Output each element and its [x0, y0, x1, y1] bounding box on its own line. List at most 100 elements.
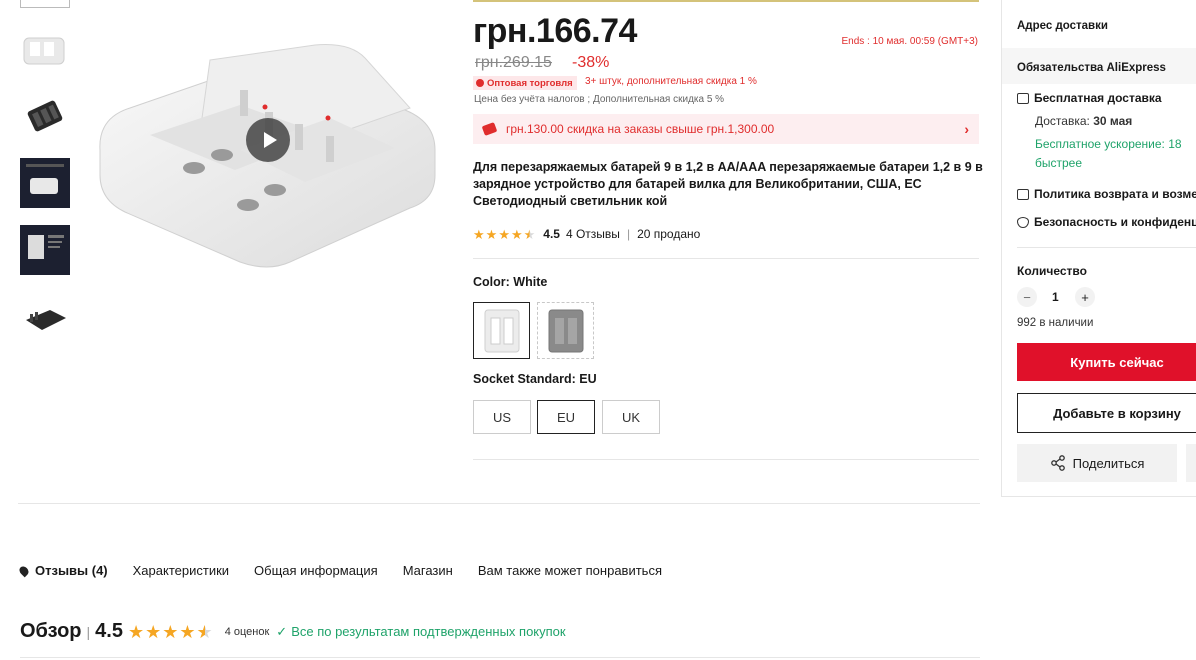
tab-recommendations[interactable]: Вам также может понравиться — [478, 563, 662, 578]
wholesale-badge-label: Оптовая торговля — [487, 77, 573, 89]
tab-general-info[interactable]: Общая информация — [254, 563, 378, 578]
checkmark-icon: ✓ — [276, 623, 288, 639]
current-price: грн.166.74 — [473, 12, 637, 50]
color-swatch-grey[interactable] — [537, 302, 594, 359]
sold-count: 20 продано — [637, 227, 701, 241]
thumbnail-0[interactable] — [20, 0, 70, 8]
review-count: 4 оценок — [224, 625, 270, 638]
star-full-icon: ★ — [179, 621, 196, 642]
tab-reviews-label: Отзывы (4) — [35, 563, 108, 578]
top-divider — [473, 0, 979, 2]
color-label-text: Color: — [473, 275, 510, 289]
divider — [473, 459, 979, 460]
thumbnail-4[interactable] — [20, 225, 70, 275]
location-pin-icon — [17, 564, 31, 577]
socket-label-text: Socket Standard: — [473, 372, 576, 386]
reviews-link[interactable]: 4 Отзывы — [566, 227, 620, 241]
product-title: Для перезаряжаемых батарей 9 в 1,2 в AA/… — [473, 160, 983, 208]
star-full-icon: ★ — [127, 621, 145, 642]
thumbnail-2[interactable] — [20, 91, 70, 141]
truck-icon — [1017, 92, 1029, 104]
socket-option-eu[interactable]: EU — [537, 400, 595, 434]
discount-percent: -38% — [572, 54, 610, 71]
delivery-prefix: Доставка: — [1035, 114, 1090, 128]
return-box-icon — [1017, 188, 1029, 200]
buy-now-button[interactable]: Купить сейчас — [1017, 343, 1196, 381]
review-score: 4.5 — [95, 620, 123, 642]
tab-store[interactable]: Магазин — [403, 563, 453, 578]
quantity-increase-button[interactable]: + — [1075, 287, 1095, 307]
star-full-icon: ★ — [145, 621, 162, 642]
star-full-icon: ★ — [485, 226, 498, 242]
shipping-address[interactable]: Адрес доставки — [1017, 20, 1108, 32]
divider — [1017, 247, 1196, 248]
fast-delivery-line2: быстрее — [1035, 156, 1083, 170]
tab-reviews[interactable]: Отзывы (4) — [17, 563, 108, 578]
color-value: White — [513, 275, 548, 289]
color-swatch-white[interactable] — [473, 302, 530, 359]
play-video-button[interactable] — [246, 118, 290, 162]
verified-purchases: ✓ Все по результатам подтвержденных покуп… — [276, 624, 565, 640]
socket-label: Socket Standard: EU — [473, 372, 597, 386]
return-policy-label: Политика возврата и возме — [1034, 187, 1196, 201]
divider — [20, 657, 980, 658]
shield-icon — [1017, 216, 1029, 228]
return-policy-row[interactable]: Политика возврата и возме — [1017, 187, 1196, 201]
product-tabs: Отзывы (4) Характеристики Общая информац… — [17, 563, 687, 578]
quantity-decrease-button[interactable]: − — [1017, 287, 1037, 307]
verified-label: Все по результатам подтвержденных покупо… — [291, 624, 566, 639]
divider — [18, 503, 980, 504]
star-full-icon: ★ — [473, 226, 485, 242]
coupon-text: грн.130.00 скидка на заказы свыше грн.1,… — [506, 122, 775, 136]
fast-delivery-line1: Бесплатное ускорение: 18 — [1035, 137, 1182, 151]
star-full-icon: ★ — [162, 621, 179, 642]
delivery-date: Доставка: 30 мая — [1035, 114, 1132, 128]
star-full-icon: ★ — [510, 226, 523, 242]
commitments-title: Обязательства AliExpress — [1017, 62, 1166, 74]
review-summary-title: Обзор — [20, 620, 82, 642]
rating-stars: ★ ★ ★ ★ ★ — [473, 228, 535, 241]
rating-row: ★ ★ ★ ★ ★ 4.5 4 Отзывы | 20 продано — [473, 227, 700, 241]
tag-icon — [476, 79, 484, 87]
socket-value: EU — [579, 372, 597, 386]
wishlist-button[interactable] — [1186, 444, 1196, 482]
tab-specifications[interactable]: Характеристики — [133, 563, 229, 578]
chevron-right-icon: › — [964, 121, 969, 137]
share-button[interactable]: Поделиться — [1017, 444, 1177, 482]
delivery-date-value: 30 мая — [1093, 114, 1133, 128]
rating-value: 4.5 — [543, 227, 560, 241]
share-label: Поделиться — [1072, 455, 1145, 471]
wholesale-discount-text: 3+ штук, дополнительная скидка 1 % — [585, 76, 757, 87]
free-shipping-label: Бесплатная доставка — [1034, 91, 1162, 105]
purchase-panel: Адрес доставки Обязательства AliExpress … — [1001, 0, 1196, 497]
divider — [473, 258, 979, 259]
sale-ends-label: Ends : 10 мая. 00:59 (GMT+3) — [841, 36, 978, 47]
thumbnail-list — [20, 0, 72, 359]
star-half-icon: ★ — [196, 621, 213, 642]
divider: | — [86, 623, 91, 640]
thumbnail-1[interactable] — [20, 24, 70, 74]
thumbnail-5[interactable] — [20, 292, 70, 342]
star-full-icon: ★ — [498, 226, 510, 242]
security-row[interactable]: Безопасность и конфиденц — [1017, 215, 1196, 229]
play-icon — [263, 132, 277, 148]
socket-option-uk[interactable]: UK — [602, 400, 660, 434]
coupon-bar[interactable]: грн.130.00 скидка на заказы свыше грн.1,… — [473, 114, 979, 144]
socket-option-us[interactable]: US — [473, 400, 531, 434]
color-label: Color: White — [473, 275, 547, 289]
quantity-label: Количество — [1017, 264, 1087, 278]
stock-count: 992 в наличии — [1017, 317, 1094, 329]
review-stars: ★ ★ ★ ★ ★ — [128, 623, 213, 641]
star-half-icon: ★ — [523, 226, 536, 242]
tax-note: Цена без учёта налогов ; Дополнительная … — [474, 94, 725, 105]
security-label: Безопасность и конфиденц — [1034, 215, 1196, 229]
quantity-value[interactable]: 1 — [1052, 290, 1059, 304]
share-icon — [1050, 455, 1065, 471]
coupon-ticket-icon — [481, 122, 498, 136]
thumbnail-3[interactable] — [20, 158, 70, 208]
free-shipping-row: Бесплатная доставка — [1017, 91, 1162, 105]
divider: | — [626, 227, 631, 241]
add-to-cart-button[interactable]: Добавьте в корзину — [1017, 393, 1196, 433]
review-summary: Обзор | 4.5 ★ ★ ★ ★ ★ 4 оценок ✓ Все по р… — [20, 620, 566, 643]
old-price: грн.269.15 — [475, 54, 552, 71]
